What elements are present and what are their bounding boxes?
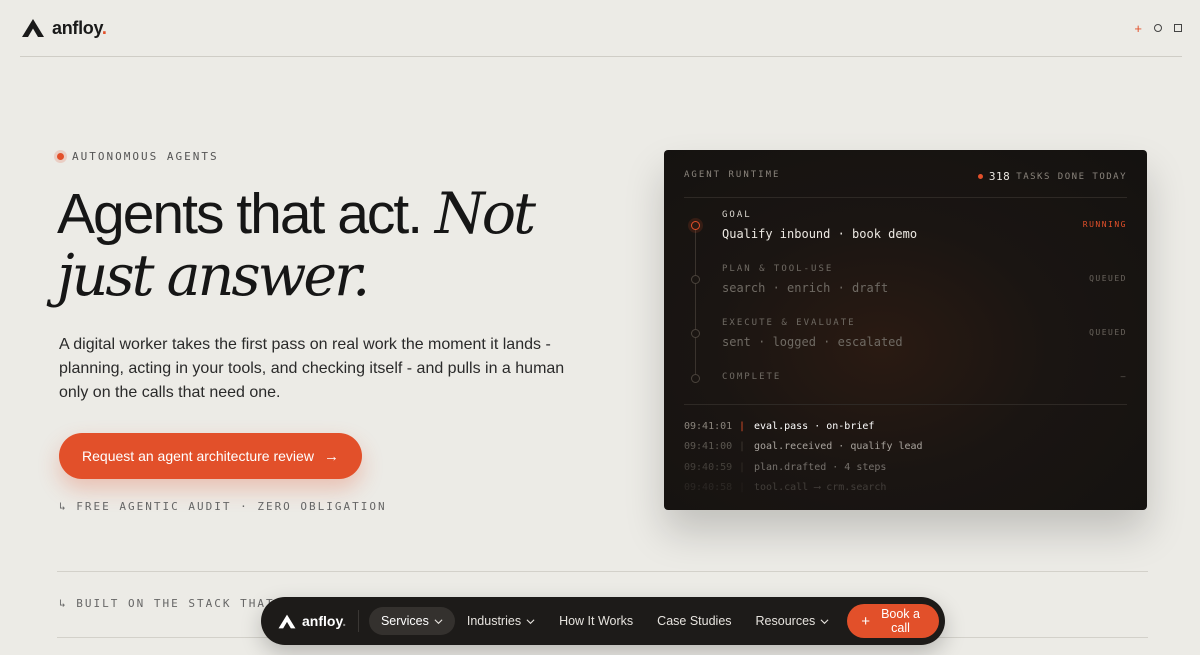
hero-description: A digital worker takes the first pass on…	[59, 336, 565, 401]
step-label: EXECUTE & EVALUATE	[722, 318, 856, 328]
step-node-icon	[691, 374, 700, 383]
nav-item-label: Resources	[755, 614, 816, 628]
headline-sans: Agents that act.	[57, 182, 423, 246]
section-divider	[57, 571, 1148, 572]
chevron-down-icon	[820, 618, 829, 624]
log-message: eval.pass · on-brief	[754, 420, 875, 432]
step-description: search · enrich · draft	[722, 281, 889, 295]
log-bar-icon: |	[738, 420, 746, 432]
step-goal: GOAL Qualify inbound · book demo RUNNING	[684, 210, 1127, 250]
log-bar-icon: |	[738, 482, 746, 494]
eyebrow-text: AUTONOMOUS AGENTS	[72, 150, 219, 163]
hero-headline: Agents that act. Not just answer.	[57, 183, 617, 307]
top-header: anfloy. +	[20, 0, 1182, 57]
bottom-navbar: anfloy. Services Industries How It Works…	[261, 597, 945, 645]
step-status: —	[1120, 372, 1127, 381]
log-time: 09:41:00	[684, 441, 733, 453]
square-icon[interactable]	[1174, 24, 1182, 32]
nav-item-label: Industries	[466, 614, 522, 628]
chevron-down-icon	[434, 618, 443, 624]
log-message: plan.drafted · 4 steps	[754, 461, 887, 473]
nav-item-label: How It Works	[559, 614, 634, 628]
tasks-counter: 318 TASKS DONE TODAY	[977, 170, 1127, 183]
log-row: 09:40:58 | tool.call ⟶ crm.search	[684, 478, 1127, 499]
live-dot-icon	[977, 174, 983, 179]
built-on-label: ↳ BUILT ON THE STACK THAT S	[59, 597, 292, 610]
nav-item-industries[interactable]: Industries	[455, 607, 547, 635]
nav-brand-logo[interactable]: anfloy.	[277, 613, 346, 630]
panel-divider	[684, 404, 1127, 405]
step-execute: EXECUTE & EVALUATE sent · logged · escal…	[684, 318, 1127, 358]
anfloy-logo-icon	[278, 614, 296, 628]
plus-icon[interactable]: +	[1134, 21, 1142, 36]
runtime-header: AGENT RUNTIME 318 TASKS DONE TODAY	[684, 170, 1127, 198]
brand-name: anfloy.	[52, 17, 107, 38]
request-review-button[interactable]: Request an agent architecture review →	[59, 433, 362, 479]
hero-eyebrow: AUTONOMOUS AGENTS	[57, 150, 219, 163]
step-complete: COMPLETE —	[684, 372, 1127, 412]
tasks-count: 318	[988, 170, 1011, 183]
arrow-right-icon: →	[323, 447, 339, 465]
log-bar-icon: |	[738, 461, 746, 473]
window-controls: +	[1134, 21, 1182, 36]
agent-runtime-panel: AGENT RUNTIME 318 TASKS DONE TODAY GOAL …	[664, 150, 1147, 510]
tasks-label: TASKS DONE TODAY	[1016, 171, 1127, 182]
log-bar-icon: |	[738, 441, 746, 453]
step-label: GOAL	[722, 210, 752, 220]
step-status: QUEUED	[1089, 274, 1127, 283]
log-row: 09:41:01 | eval.pass · on-brief	[684, 416, 1127, 437]
anfloy-logo-icon	[22, 19, 44, 37]
log-time: 09:41:01	[684, 420, 733, 432]
runtime-log: 09:41:01 | eval.pass · on-brief 09:41:00…	[684, 416, 1127, 498]
step-status: RUNNING	[1082, 220, 1127, 229]
chevron-down-icon	[526, 618, 535, 624]
log-message: goal.received · qualify lead	[754, 441, 923, 453]
runtime-title: AGENT RUNTIME	[684, 170, 781, 180]
step-node-icon	[691, 329, 700, 338]
book-call-button[interactable]: + Book a call	[847, 604, 939, 638]
step-label: PLAN & TOOL-USE	[722, 264, 834, 274]
nav-item-services[interactable]: Services	[368, 607, 455, 635]
book-call-label: Book a call	[881, 607, 920, 635]
brand-logo[interactable]: anfloy.	[20, 17, 107, 39]
nav-item-case-studies[interactable]: Case Studies	[645, 607, 743, 635]
log-row: 09:40:59 | plan.drafted · 4 steps	[684, 457, 1127, 478]
step-description: Qualify inbound · book demo	[722, 227, 918, 241]
step-description: sent · logged · escalated	[722, 335, 903, 349]
log-message: tool.call ⟶ crm.search	[754, 482, 887, 494]
circle-icon[interactable]	[1154, 24, 1162, 32]
step-node-icon	[691, 221, 700, 230]
nav-separator	[358, 610, 359, 632]
nav-item-label: Case Studies	[657, 614, 732, 628]
status-dot-icon	[57, 153, 64, 160]
step-node-icon	[691, 275, 700, 284]
nav-brand-name: anfloy.	[302, 613, 347, 629]
nav-item-label: Services	[380, 614, 429, 628]
log-time: 09:40:59	[684, 461, 733, 473]
step-label: COMPLETE	[722, 372, 782, 382]
nav-item-how-it-works[interactable]: How It Works	[547, 607, 645, 635]
step-status: QUEUED	[1089, 328, 1127, 337]
log-time: 09:40:58	[684, 482, 733, 494]
cta-label: Request an agent architecture review	[82, 448, 314, 464]
headline-serif-1: Not	[434, 181, 536, 247]
headline-serif-2: just answer.	[57, 243, 370, 309]
log-row: 09:41:00 | goal.received · qualify lead	[684, 437, 1127, 458]
audit-note: ↳ FREE AGENTIC AUDIT · ZERO OBLIGATION	[59, 500, 387, 513]
plus-icon: +	[861, 612, 871, 630]
nav-item-resources[interactable]: Resources	[744, 607, 842, 635]
step-plan: PLAN & TOOL-USE search · enrich · draft …	[684, 264, 1127, 304]
